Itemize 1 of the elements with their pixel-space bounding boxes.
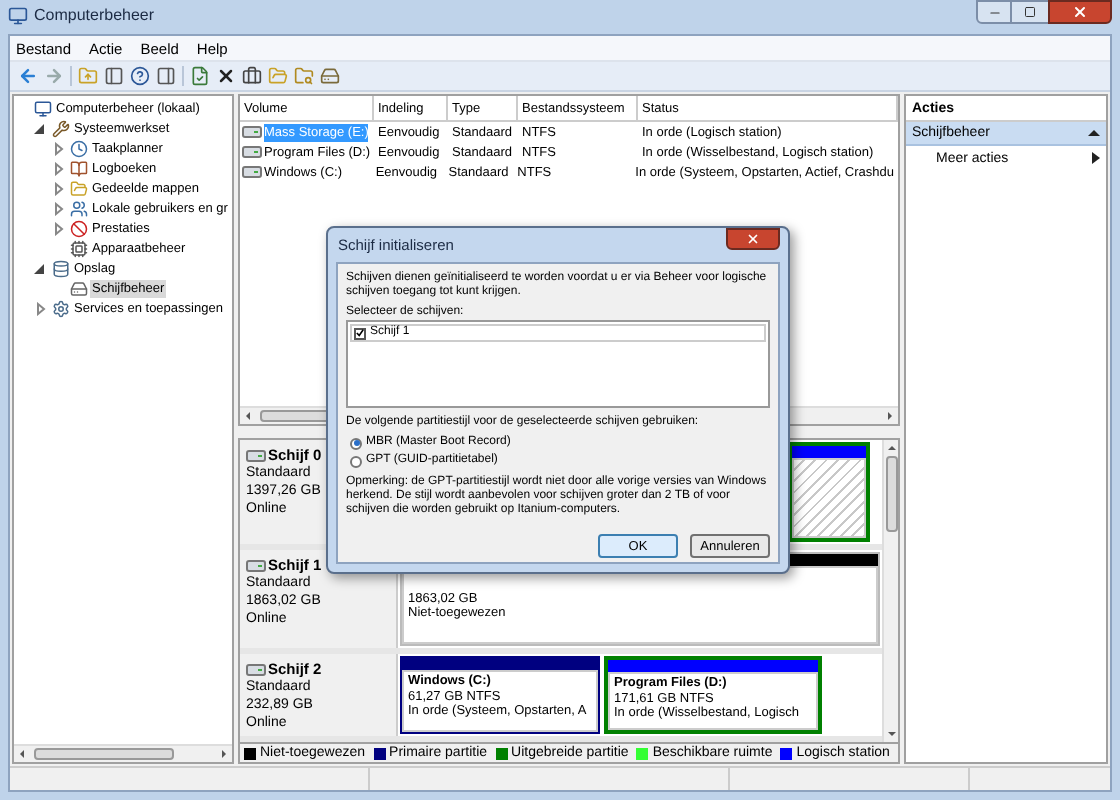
- window-title: Computerbeheer: [34, 6, 155, 24]
